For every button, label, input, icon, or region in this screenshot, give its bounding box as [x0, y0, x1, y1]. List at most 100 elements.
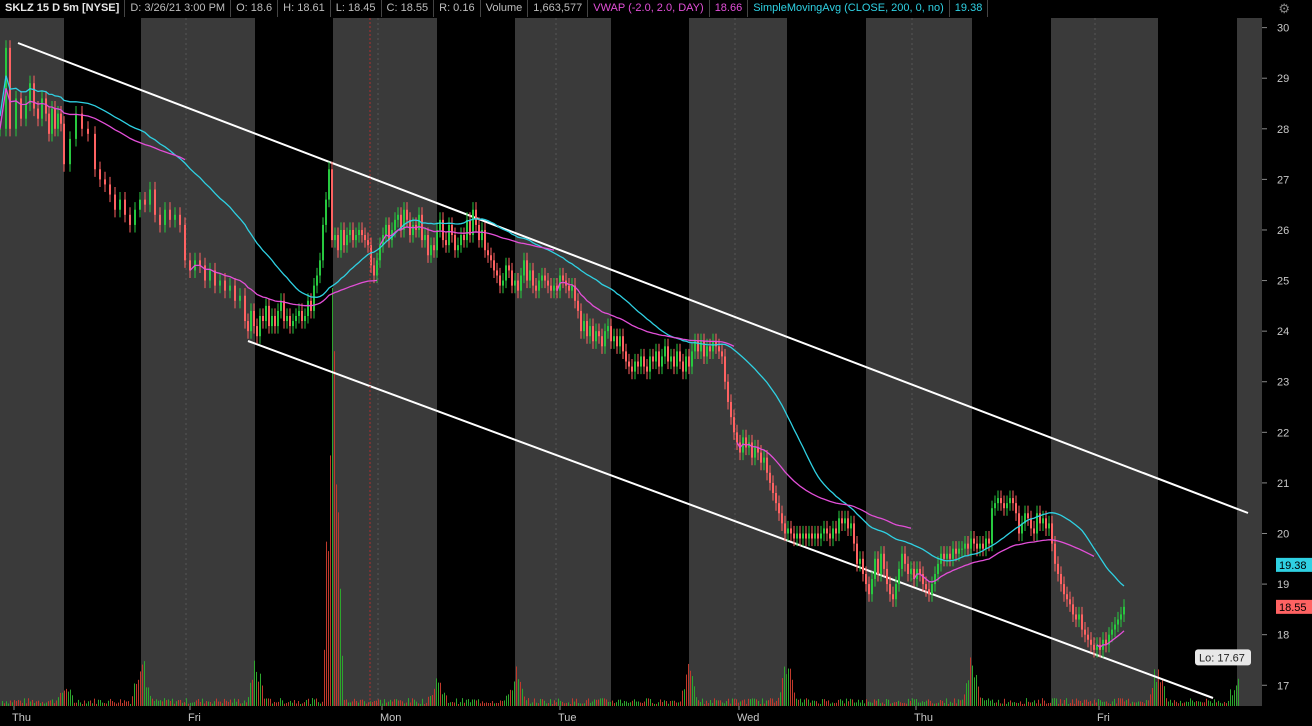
symbol-label[interactable]: SKLZ 15 D 5m [NYSE] — [0, 0, 126, 17]
volume-bar — [340, 588, 341, 706]
volume-bar — [138, 679, 139, 706]
volume-bar — [126, 701, 127, 706]
candle-body — [778, 503, 780, 514]
volume-bar — [518, 679, 519, 706]
candle-body — [610, 326, 612, 342]
extended-hours-band — [1237, 18, 1262, 706]
volume-bar — [310, 703, 311, 706]
volume-bar — [536, 702, 537, 706]
volume-bar — [422, 698, 423, 706]
volume-bar — [1154, 669, 1155, 706]
volume-bar — [858, 699, 859, 706]
candle-body — [931, 584, 933, 595]
volume-bar — [618, 699, 619, 706]
candle-body — [982, 543, 984, 549]
volume-bar — [234, 698, 235, 706]
volume-bar — [950, 701, 951, 706]
volume-bar — [952, 702, 953, 706]
candle-body — [724, 356, 726, 382]
volume-bar — [392, 701, 393, 706]
volume-bar — [162, 701, 163, 706]
volume-bar — [96, 703, 97, 706]
volume-bar — [1200, 701, 1201, 706]
volume-bar — [878, 699, 879, 706]
y-tick-label: 30 — [1277, 23, 1289, 35]
candle-body — [466, 219, 468, 241]
volume-bar — [700, 702, 701, 706]
candle-body — [460, 235, 462, 246]
volume-bar — [352, 701, 353, 706]
candle-body — [1072, 604, 1074, 615]
volume-bar — [776, 700, 777, 706]
candle-body — [658, 351, 660, 367]
volume-bar — [1164, 686, 1165, 706]
volume-bar — [1042, 698, 1043, 706]
volume-bar — [534, 698, 535, 706]
volume-bar — [1130, 703, 1131, 706]
volume-bar — [358, 702, 359, 706]
sma-study-label[interactable]: SimpleMovingAvg (CLOSE, 200, 0, no) — [748, 0, 950, 17]
volume-bar — [822, 699, 823, 706]
volume-bar — [420, 703, 421, 706]
volume-label[interactable]: Volume — [481, 0, 529, 17]
candle-body — [280, 300, 282, 311]
gear-icon[interactable]: ⚙ — [1278, 1, 1290, 17]
candle-body — [772, 482, 774, 494]
volume-bar — [474, 699, 475, 706]
volume-bar — [462, 698, 463, 706]
volume-bar — [598, 699, 599, 706]
volume-bar — [780, 692, 781, 706]
candle-body — [1123, 606, 1125, 615]
volume-bar — [452, 701, 453, 706]
volume-bar — [782, 678, 783, 706]
volume-bar — [1012, 702, 1013, 706]
volume-bar — [18, 699, 19, 706]
volume-bar — [1108, 703, 1109, 706]
volume-bar — [492, 701, 493, 706]
volume-bar — [350, 702, 351, 706]
volume-bar — [630, 702, 631, 706]
candle-body — [1120, 614, 1122, 620]
price-chart[interactable]: 17 18 19 20 21 22 23 24 25 26 27 28 29 30 Thu Fri Mon Tu… — [0, 0, 1312, 726]
candle-body — [763, 457, 765, 463]
volume-bar — [946, 698, 947, 706]
volume-bar — [1144, 703, 1145, 706]
candle-body — [502, 280, 504, 286]
volume-bar — [454, 702, 455, 706]
volume-bar — [500, 700, 501, 706]
candle-body — [448, 224, 450, 246]
volume-bar — [302, 703, 303, 706]
volume-bar — [842, 700, 843, 706]
volume-bar — [1022, 703, 1023, 706]
volume-bar — [278, 701, 279, 706]
volume-bar — [1002, 703, 1003, 706]
volume-bar — [1032, 702, 1033, 706]
volume-bar — [256, 671, 257, 706]
candle-body — [670, 356, 672, 362]
volume-bar — [224, 698, 225, 706]
volume-bar — [136, 683, 137, 706]
volume-bar — [932, 703, 933, 706]
volume-bar — [584, 703, 585, 706]
candle-body — [63, 123, 65, 165]
vwap-study-label[interactable]: VWAP (-2.0, 2.0, DAY) — [588, 0, 710, 17]
volume-bar — [356, 701, 357, 706]
volume-bar — [1162, 679, 1163, 706]
volume-bar — [196, 700, 197, 706]
candle-body — [60, 113, 62, 124]
volume-bar — [502, 700, 503, 706]
candle-body — [427, 235, 429, 256]
price-axis[interactable]: 17 18 19 20 21 22 23 24 25 26 27 28 29 30 — [1262, 18, 1312, 726]
volume-bar — [762, 698, 763, 706]
x-day-label: Tue — [558, 712, 577, 724]
time-axis[interactable]: Thu Fri Mon Tue Wed Thu Fri — [0, 706, 1312, 726]
x-day-label: Thu — [12, 712, 31, 724]
candle-body — [37, 108, 39, 119]
volume-bar — [1210, 701, 1211, 706]
volume-bar — [746, 703, 747, 706]
volume-bar — [450, 702, 451, 706]
volume-bar — [140, 671, 141, 706]
volume-bar — [1058, 703, 1059, 706]
volume-bar — [576, 698, 577, 706]
volume-bar — [1036, 703, 1037, 706]
